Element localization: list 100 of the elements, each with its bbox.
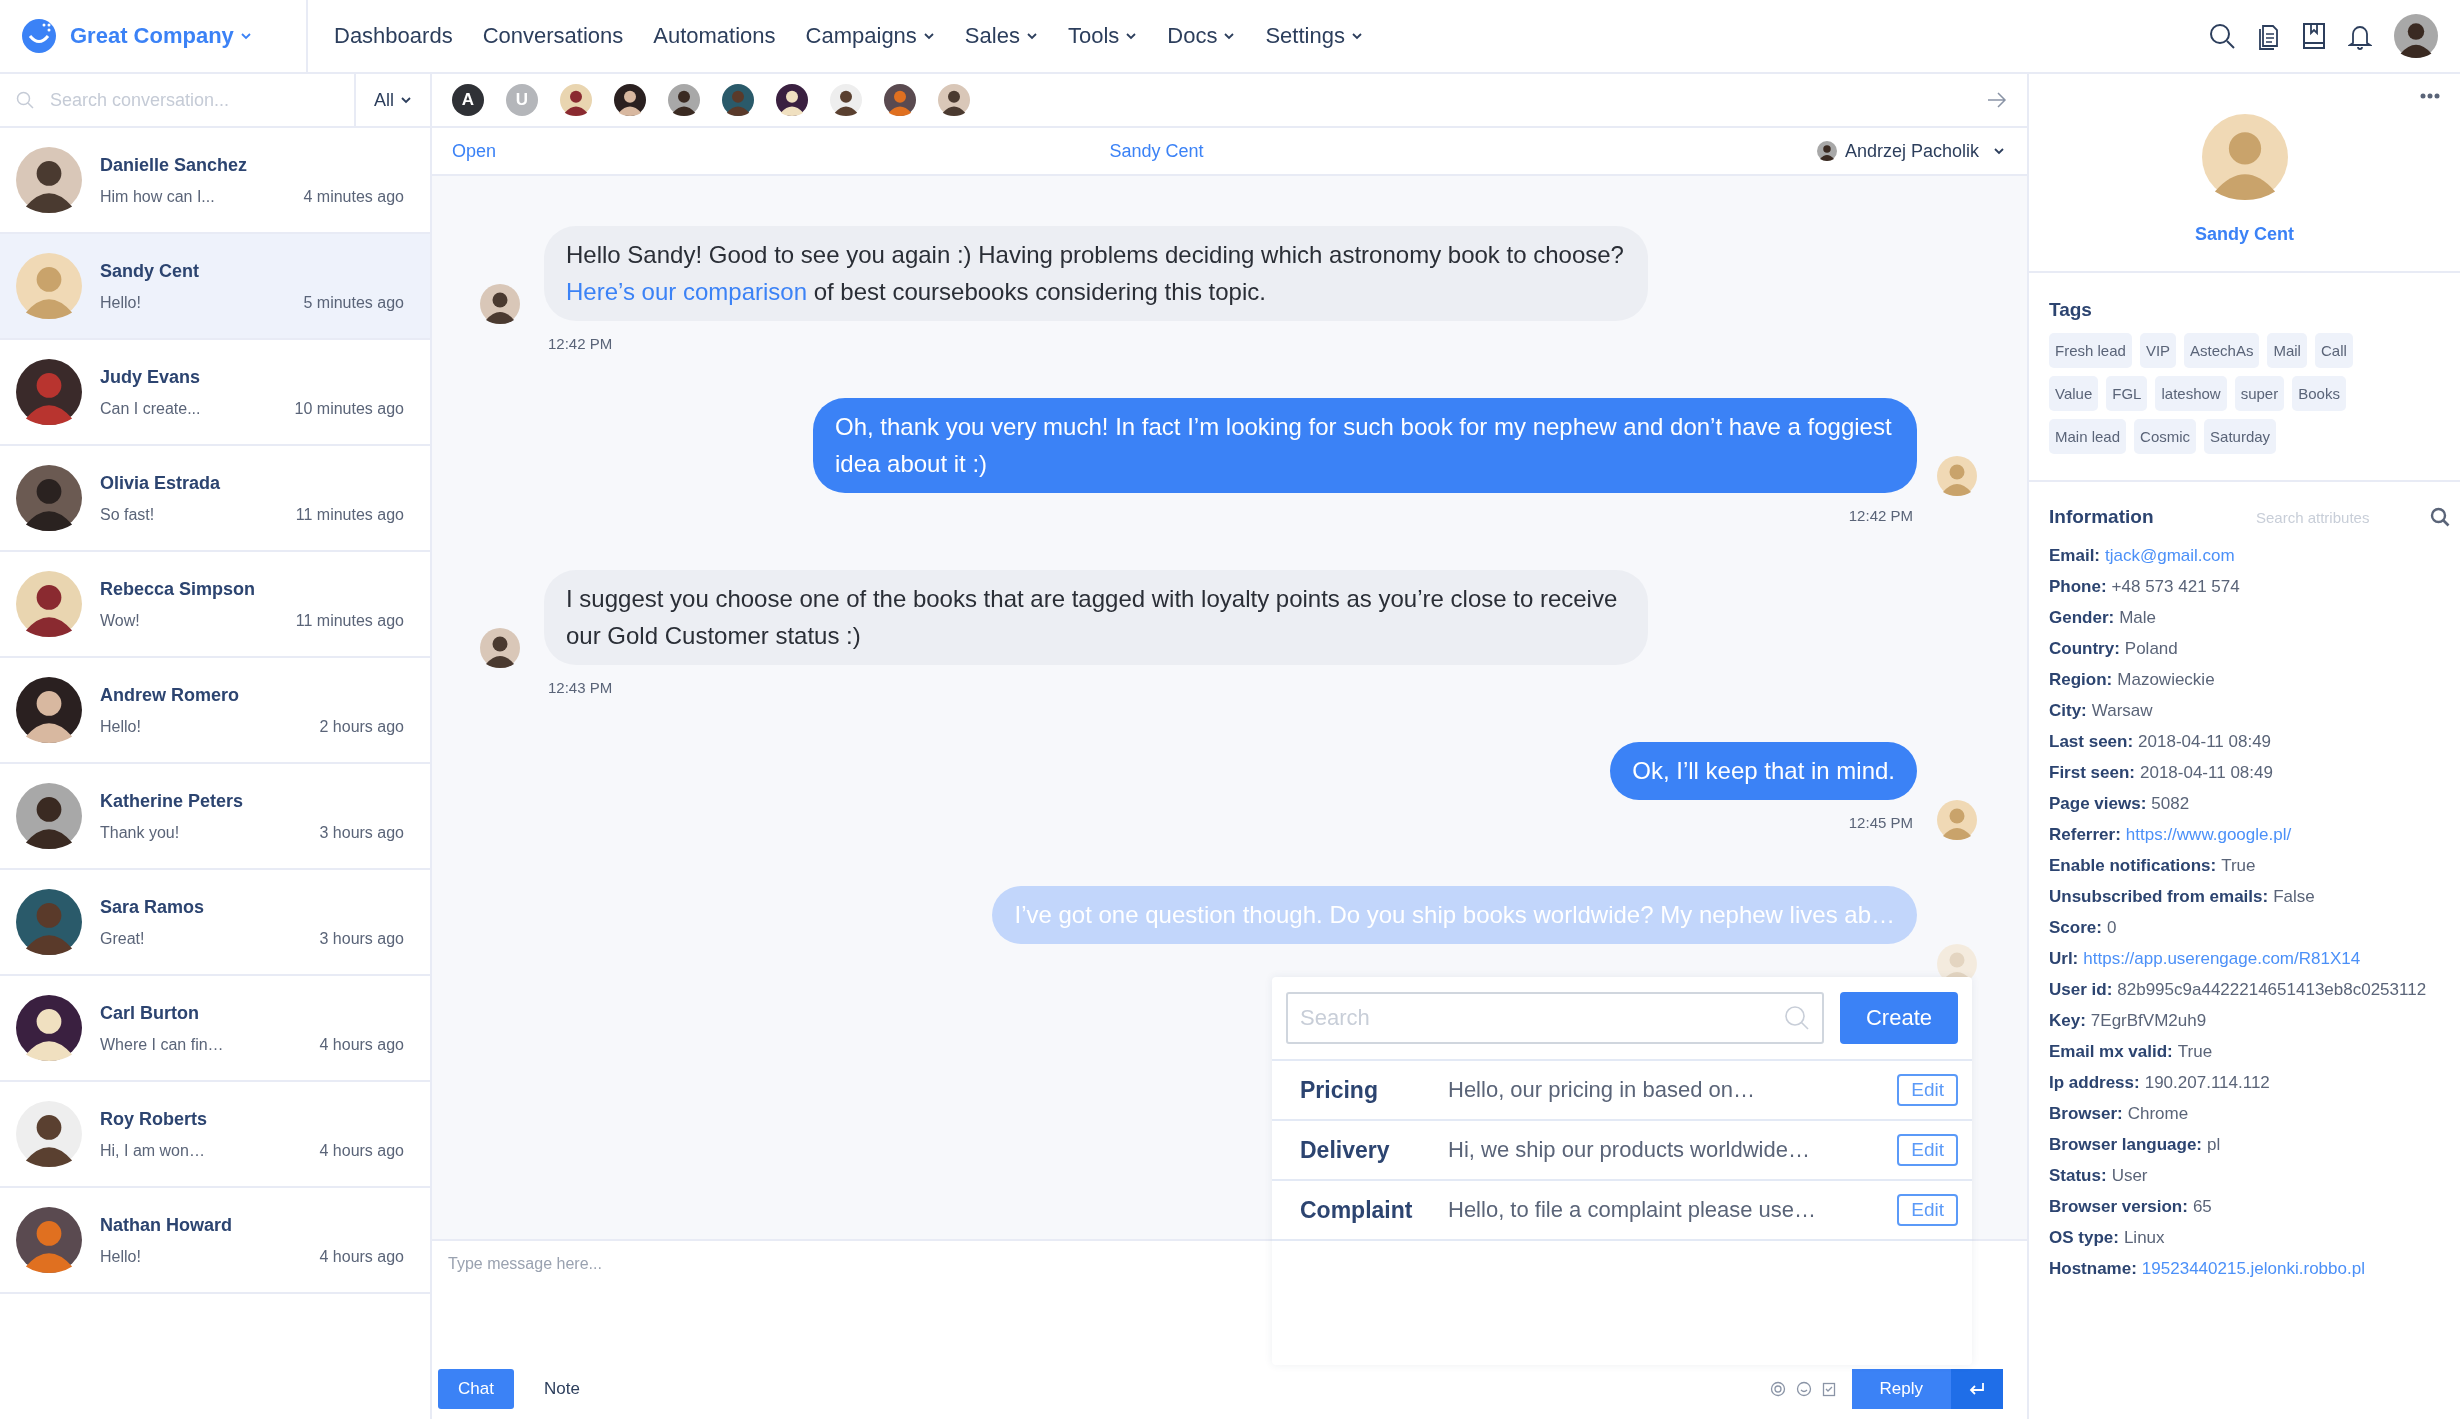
contact-name: Carl Burton bbox=[100, 1002, 200, 1024]
contact-name: Andrew Romero bbox=[100, 684, 241, 706]
company-menu[interactable]: Great Company bbox=[70, 23, 252, 49]
attribute-label: Hostname: bbox=[2049, 1258, 2137, 1280]
book-icon[interactable] bbox=[2302, 22, 2326, 50]
tag[interactable]: Main lead bbox=[2049, 419, 2127, 454]
composer-tab[interactable]: Note bbox=[523, 1369, 600, 1409]
conversation-item[interactable]: Judy Evans Can I create... 10 minutes ago bbox=[0, 340, 430, 446]
nav-item[interactable]: Tools bbox=[1067, 23, 1138, 49]
conversation-item[interactable]: Andrew Romero Hello! 2 hours ago bbox=[0, 658, 430, 764]
attribute-link[interactable]: https://app.userengage.com/R81X14 bbox=[2083, 943, 2361, 974]
tag[interactable]: Mail bbox=[2267, 333, 2307, 368]
message-bubble: I suggest you choose one of the books that are tagged with loyalty points as you’re close to receive our Gold Customer status :) bbox=[544, 570, 1648, 665]
tag[interactable]: Cosmic bbox=[2134, 419, 2197, 454]
response-title[interactable]: Delivery bbox=[1300, 1136, 1448, 1164]
attribute-value: Male bbox=[2119, 607, 2157, 629]
comparison-link[interactable]: Here’s our comparison bbox=[566, 278, 807, 305]
avatar bbox=[16, 1207, 82, 1273]
filter-dropdown[interactable]: All bbox=[354, 74, 430, 126]
message-preview: Hello! bbox=[100, 1247, 141, 1266]
contact-name: Olivia Estrada bbox=[100, 472, 222, 494]
nav-item[interactable]: Conversations bbox=[482, 23, 624, 49]
attribute-link[interactable]: 19523440215.jelonki.robbo.pl bbox=[2141, 1253, 2365, 1284]
section-title: Information bbox=[2049, 506, 2154, 528]
attribute-label: Referrer: bbox=[2049, 824, 2121, 846]
conversation-item[interactable]: Nathan Howard Hello! 4 hours ago bbox=[0, 1188, 430, 1294]
message-preview: Great! bbox=[100, 929, 145, 948]
message-time: 4 minutes ago bbox=[303, 187, 404, 206]
contact-name[interactable]: Sandy Cent bbox=[1109, 140, 1204, 162]
nav-item[interactable]: Campaigns bbox=[805, 23, 935, 49]
participant-initial[interactable]: A bbox=[452, 84, 484, 116]
tag[interactable]: Call bbox=[2314, 333, 2353, 368]
attribute-value: Chrome bbox=[2127, 1103, 2189, 1125]
lifebuoy-icon[interactable] bbox=[1769, 1381, 1786, 1397]
nav-item[interactable]: Docs bbox=[1167, 23, 1236, 49]
response-title[interactable]: Complaint bbox=[1300, 1196, 1448, 1224]
response-snippet[interactable]: Hello, to file a complaint please use… bbox=[1448, 1197, 1898, 1223]
response-snippet[interactable]: Hello, our pricing in based on… bbox=[1448, 1077, 1898, 1103]
tag[interactable]: Fresh lead bbox=[2049, 333, 2132, 368]
attribute-value: 0 bbox=[2106, 917, 2117, 939]
status-label[interactable]: Open bbox=[452, 140, 497, 162]
avatar bbox=[16, 253, 82, 319]
attribute-link[interactable]: tjack@gmail.com bbox=[2105, 540, 2235, 571]
tag[interactable]: FGL bbox=[2106, 376, 2148, 411]
nav-item[interactable]: Settings bbox=[1265, 23, 1363, 49]
message-time: 12:43 PM bbox=[547, 679, 614, 696]
send-button[interactable] bbox=[1951, 1369, 2003, 1409]
attribute-value: Poland bbox=[2124, 638, 2178, 660]
conversation-item[interactable]: Sandy Cent Hello! 5 minutes ago bbox=[0, 234, 430, 340]
tag[interactable]: lateshow bbox=[2155, 376, 2227, 411]
message-time: 4 hours ago bbox=[319, 1247, 404, 1266]
message-time: 3 hours ago bbox=[319, 929, 404, 948]
tag[interactable]: super bbox=[2234, 376, 2285, 411]
tag[interactable]: AstechAs bbox=[2184, 333, 2260, 368]
avatar bbox=[16, 677, 82, 743]
attribute-value: 82b995c9a4422214651413eb8c0253112 bbox=[2117, 979, 2427, 1001]
response-title[interactable]: Pricing bbox=[1300, 1076, 1448, 1104]
avatar bbox=[16, 1101, 82, 1167]
conversation-item[interactable]: Rebecca Simpson Wow! 11 minutes ago bbox=[0, 552, 430, 658]
attribute-link[interactable]: https://www.google.pl/ bbox=[2125, 819, 2292, 850]
search-icon bbox=[16, 91, 34, 109]
conversation-item[interactable]: Sara Ramos Great! 3 hours ago bbox=[0, 870, 430, 976]
message-time: 11 minutes ago bbox=[295, 611, 404, 630]
nav-item[interactable]: Sales bbox=[964, 23, 1038, 49]
smiley-icon[interactable] bbox=[1795, 1381, 1812, 1397]
search-icon[interactable] bbox=[2430, 507, 2450, 527]
conversation-item[interactable]: Roy Roberts Hi, I am won… 4 hours ago bbox=[0, 1082, 430, 1188]
attribute-label: Ip address: bbox=[2049, 1072, 2140, 1094]
response-snippet[interactable]: Hi, we ship our products worldwide… bbox=[1448, 1137, 1898, 1163]
avatar bbox=[16, 995, 82, 1061]
avatar bbox=[830, 84, 862, 116]
clipboard-icon[interactable] bbox=[1821, 1381, 1836, 1397]
attribute-value: 7EgrBfVM2uh9 bbox=[2090, 1010, 2207, 1032]
nav-item[interactable]: Automations bbox=[653, 23, 776, 49]
contact-name: Sandy Cent bbox=[2195, 224, 2294, 245]
conversation-item[interactable]: Katherine Peters Thank you! 3 hours ago bbox=[0, 764, 430, 870]
conversation-item[interactable]: Olivia Estrada So fast! 11 minutes ago bbox=[0, 446, 430, 552]
tag[interactable]: Saturday bbox=[2204, 419, 2277, 454]
avatar bbox=[884, 84, 916, 116]
search-icon bbox=[1784, 1005, 1810, 1031]
tag[interactable]: Books bbox=[2292, 376, 2346, 411]
avatar bbox=[776, 84, 808, 116]
conversation-item[interactable]: Carl Burton Where I can fin… 4 hours ago bbox=[0, 976, 430, 1082]
message-time: 4 hours ago bbox=[319, 1141, 404, 1160]
message-bubble: Hello Sandy! Good to see you again :) Having problems deciding which astronomy book to choose? Here’s our comparison of best coursebooks considering this topic. bbox=[544, 226, 1648, 321]
avatar bbox=[480, 284, 520, 324]
nav-item[interactable]: Dashboards bbox=[334, 23, 453, 49]
document-icon[interactable] bbox=[2258, 22, 2280, 50]
assignee-dropdown[interactable]: Andrzej Pacholik bbox=[1816, 140, 2005, 162]
tag[interactable]: VIP bbox=[2139, 333, 2177, 368]
reply-button[interactable]: Reply bbox=[1851, 1369, 1951, 1409]
arrow-right-icon[interactable] bbox=[1987, 92, 2007, 108]
more-icon[interactable] bbox=[2420, 93, 2440, 99]
composer-tab[interactable]: Chat bbox=[438, 1369, 514, 1409]
create-button[interactable]: Create bbox=[1840, 992, 1958, 1044]
caret-icon bbox=[1223, 32, 1236, 40]
avatar bbox=[1937, 456, 1977, 496]
search-icon[interactable] bbox=[2208, 22, 2236, 50]
tag[interactable]: Value bbox=[2049, 376, 2099, 411]
caret-icon bbox=[1993, 147, 2005, 155]
